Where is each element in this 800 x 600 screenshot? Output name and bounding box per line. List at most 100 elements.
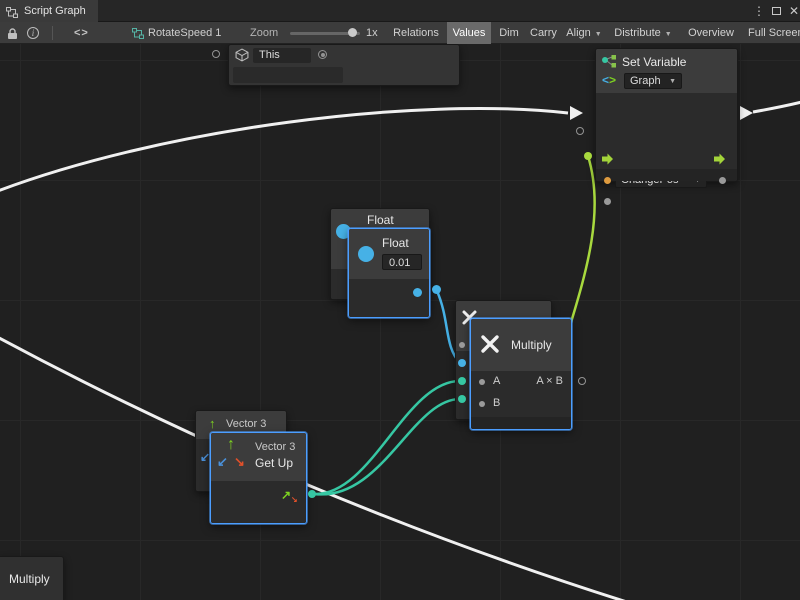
float-back-output-port[interactable] xyxy=(432,285,441,294)
multiply-output-port[interactable] xyxy=(578,377,586,385)
distribute-label: Distribute xyxy=(614,27,660,39)
info-icon[interactable]: i xyxy=(27,27,39,39)
multiply-output-label: A × B xyxy=(536,375,563,387)
breadcrumb[interactable]: RotateSpeed 1 xyxy=(148,22,221,44)
values-label: Values xyxy=(453,27,486,39)
set-variable-footer xyxy=(596,169,737,181)
arrow-down-left-icon: ↙ xyxy=(217,455,228,468)
window-titlebar: Script Graph ⋮ ✕ xyxy=(0,0,800,22)
setvariable-value-connection[interactable] xyxy=(584,152,592,160)
arrow-down-right-icon: ↘ xyxy=(234,455,245,468)
vector3-get-up-node[interactable]: ↑ ↙ ↘ Vector 3 Get Up ↗ ↘ xyxy=(210,432,307,524)
multiply-input-a-port[interactable] xyxy=(479,379,485,385)
carry-button[interactable]: Carry xyxy=(525,22,561,44)
multiply-back-port-c[interactable] xyxy=(458,395,466,403)
carry-label: Carry xyxy=(530,27,557,39)
variable-kind-dropdown[interactable]: Graph ▼ xyxy=(624,73,682,89)
fullscreen-button[interactable]: Full Screen xyxy=(743,22,800,44)
fullscreen-label: Full Screen xyxy=(748,27,800,39)
zoom-label: Zoom xyxy=(250,22,278,44)
multiply-back-port-b[interactable] xyxy=(458,377,466,385)
set-variable-title: Set Variable xyxy=(622,55,686,69)
this-output-port[interactable] xyxy=(318,50,327,59)
distribute-button[interactable]: Distribute ▼ xyxy=(607,22,679,44)
toolbar-divider xyxy=(52,26,53,40)
wire-multiply-to-setvariable[interactable] xyxy=(566,156,595,339)
tab-label: Script Graph xyxy=(24,5,86,17)
variable-icon xyxy=(601,54,617,74)
graph-toolbar: i <> RotateSpeed 1 Zoom 1x Relations Val… xyxy=(0,22,800,44)
set-variable-header: Set Variable <> Graph ▼ xyxy=(596,49,737,93)
this-node[interactable]: This xyxy=(228,44,460,86)
float-value-field[interactable]: 0.01 xyxy=(382,254,422,270)
wire-control-out[interactable] xyxy=(753,101,800,112)
this-node-inset xyxy=(233,67,343,83)
variable-kind-value: Graph xyxy=(630,75,661,87)
zoom-slider-handle[interactable] xyxy=(348,28,357,37)
values-button[interactable]: Values xyxy=(447,22,491,44)
relations-label: Relations xyxy=(393,27,439,39)
multiply-input-b-label: B xyxy=(493,397,500,409)
chevron-down-icon: ▼ xyxy=(665,31,672,38)
wire-control-in[interactable] xyxy=(0,108,568,194)
input-value-port[interactable] xyxy=(604,198,611,205)
close-icon[interactable]: ✕ xyxy=(786,0,800,22)
arrow-up-right-icon: ↗ xyxy=(281,489,291,501)
gt-glyph: > xyxy=(609,73,616,87)
float-value: 0.01 xyxy=(389,257,410,269)
arrow-up-icon: ↑ xyxy=(209,417,216,430)
relations-button[interactable]: Relations xyxy=(388,22,444,44)
unity-script-graph-window: Script Graph ⋮ ✕ i <> RotateSpeed 1 Zoom… xyxy=(0,0,800,600)
window-menu-icon[interactable]: ⋮ xyxy=(751,0,767,22)
vector3-title: Vector 3 xyxy=(255,441,295,453)
code-preview-icon[interactable]: <> xyxy=(74,22,89,44)
get-up-output-port[interactable] xyxy=(308,490,316,498)
tab-script-graph[interactable]: Script Graph xyxy=(0,0,98,22)
float-icon xyxy=(358,246,374,262)
float-back-title: Float xyxy=(367,213,394,227)
float-body xyxy=(349,279,429,317)
get-up-title: Get Up xyxy=(255,456,293,470)
graph-canvas[interactable]: This Set Variable <> Graph ▼ xyxy=(0,44,800,600)
maximize-icon[interactable] xyxy=(769,0,785,22)
multiply-title: Multiply xyxy=(511,338,552,352)
unconnected-port[interactable] xyxy=(212,50,220,58)
multiply-corner-node[interactable]: Multiply xyxy=(0,556,64,600)
output-value-port[interactable] xyxy=(719,177,726,184)
vector3-body: ↗ ↘ xyxy=(211,481,306,523)
dim-label: Dim xyxy=(499,27,519,39)
float-title: Float xyxy=(382,236,409,250)
get-up-icon: ↑ ↙ ↘ xyxy=(217,437,251,475)
align-button[interactable]: Align▼ xyxy=(561,22,607,44)
overview-label: Overview xyxy=(688,27,734,39)
arrow-up-icon: ↑ xyxy=(227,437,235,453)
float-output-port[interactable] xyxy=(413,288,422,297)
variable-name-port[interactable] xyxy=(604,177,611,184)
vector3-back-title: Vector 3 xyxy=(226,418,266,430)
set-variable-body: ChangePos ▼ xyxy=(596,93,737,171)
control-input-arrow-icon[interactable] xyxy=(602,152,614,170)
multiply-node[interactable]: Multiply A A × B B xyxy=(470,318,572,430)
set-variable-node[interactable]: Set Variable <> Graph ▼ ChangePos ▼ xyxy=(595,48,738,182)
align-label: Align xyxy=(566,27,590,39)
lt-glyph: < xyxy=(602,73,609,87)
setvariable-name-outer-port[interactable] xyxy=(576,127,584,135)
control-output-arrow-icon[interactable] xyxy=(714,152,726,170)
multiply-footer xyxy=(471,417,571,429)
float-node[interactable]: Float 0.01 xyxy=(348,228,430,318)
arrow-down-right-icon: ↘ xyxy=(291,496,298,504)
this-field[interactable]: This xyxy=(253,48,311,63)
multiply-back-port-a[interactable] xyxy=(458,359,466,367)
this-label: This xyxy=(259,49,280,61)
zoom-value: 1x xyxy=(366,22,378,44)
multiply-input-a-label: A xyxy=(493,375,500,387)
dim-button[interactable]: Dim xyxy=(494,22,524,44)
overview-button[interactable]: Overview xyxy=(681,22,741,44)
wire-getup-to-multiply-b[interactable] xyxy=(314,399,460,494)
lock-icon[interactable] xyxy=(7,27,18,45)
multiply-back-port-1[interactable] xyxy=(459,342,465,348)
multiply-body: A A × B B xyxy=(471,371,571,417)
chevron-down-icon: ▼ xyxy=(669,78,676,85)
multiply-input-b-port[interactable] xyxy=(479,401,485,407)
wire-getup-to-multiply-a[interactable] xyxy=(314,381,460,494)
